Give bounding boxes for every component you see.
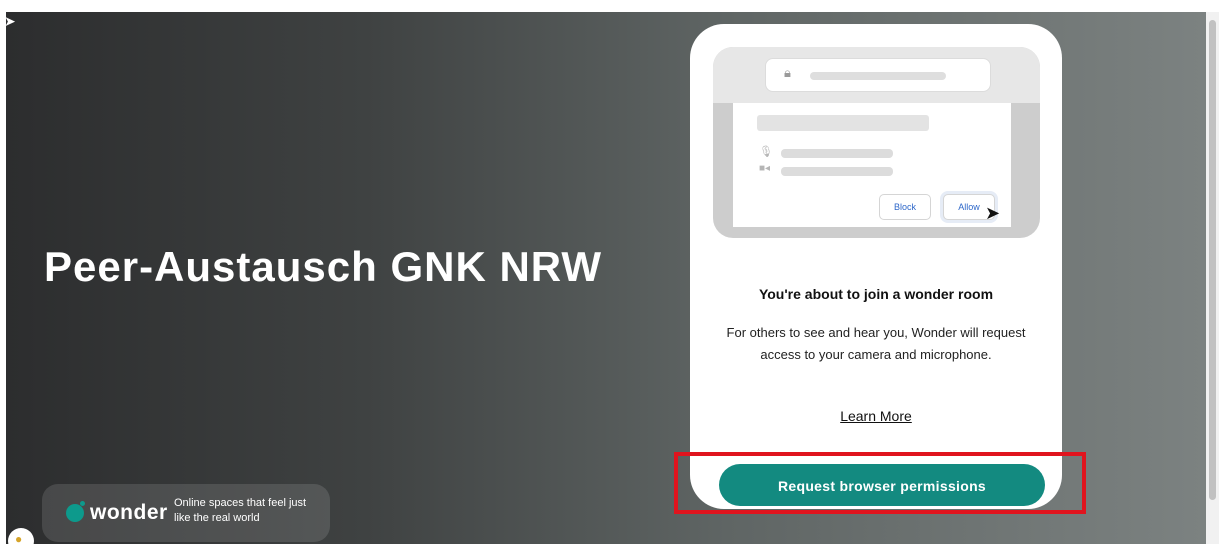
learn-more-link[interactable]: Learn More <box>690 408 1062 424</box>
mouse-pointer-icon: ➤ <box>4 13 16 29</box>
lock-icon: 🔒︎ <box>784 65 791 80</box>
permission-card: 🔒︎ 🎙︎ ■◂ Block Allow ➤ You're about to j… <box>690 24 1062 509</box>
illustration-url-bar: 🔒︎ <box>765 58 991 92</box>
illustration-block-button: Block <box>879 194 931 220</box>
illustration-mic-line <box>781 149 893 158</box>
card-heading: You're about to join a wonder room <box>758 286 994 302</box>
camera-icon: ■◂ <box>759 163 771 174</box>
illustration-browser-bar: 🔒︎ <box>713 47 1040 103</box>
scrollbar-thumb[interactable] <box>1209 20 1216 500</box>
illustration-permission-dialog: 🎙︎ ■◂ Block Allow ➤ <box>733 103 1011 227</box>
brand-tagline: Online spaces that feel just like the re… <box>174 497 307 524</box>
card-description: For others to see and hear you, Wonder w… <box>726 325 1026 362</box>
pointer-cursor-icon: ➤ <box>985 203 1001 223</box>
brand-name: wonder <box>90 501 168 524</box>
illustration-camera-line <box>781 167 893 176</box>
illustration-url-placeholder <box>810 72 946 80</box>
wonder-logo-icon <box>66 501 85 522</box>
microphone-icon: 🎙︎ <box>759 146 773 158</box>
wonder-brand-pill[interactable]: wonder Online spaces that feel just like… <box>42 484 330 542</box>
highlight-box <box>674 452 1086 514</box>
top-strip <box>0 0 1219 12</box>
corner-badge-icon[interactable]: ● <box>8 528 34 554</box>
page-scrollbar[interactable] <box>1206 12 1219 544</box>
permission-illustration: 🔒︎ 🎙︎ ■◂ Block Allow ➤ <box>713 47 1040 238</box>
room-title: Peer-Austausch GNK NRW <box>44 243 602 290</box>
illustration-dialog-title <box>757 115 929 131</box>
